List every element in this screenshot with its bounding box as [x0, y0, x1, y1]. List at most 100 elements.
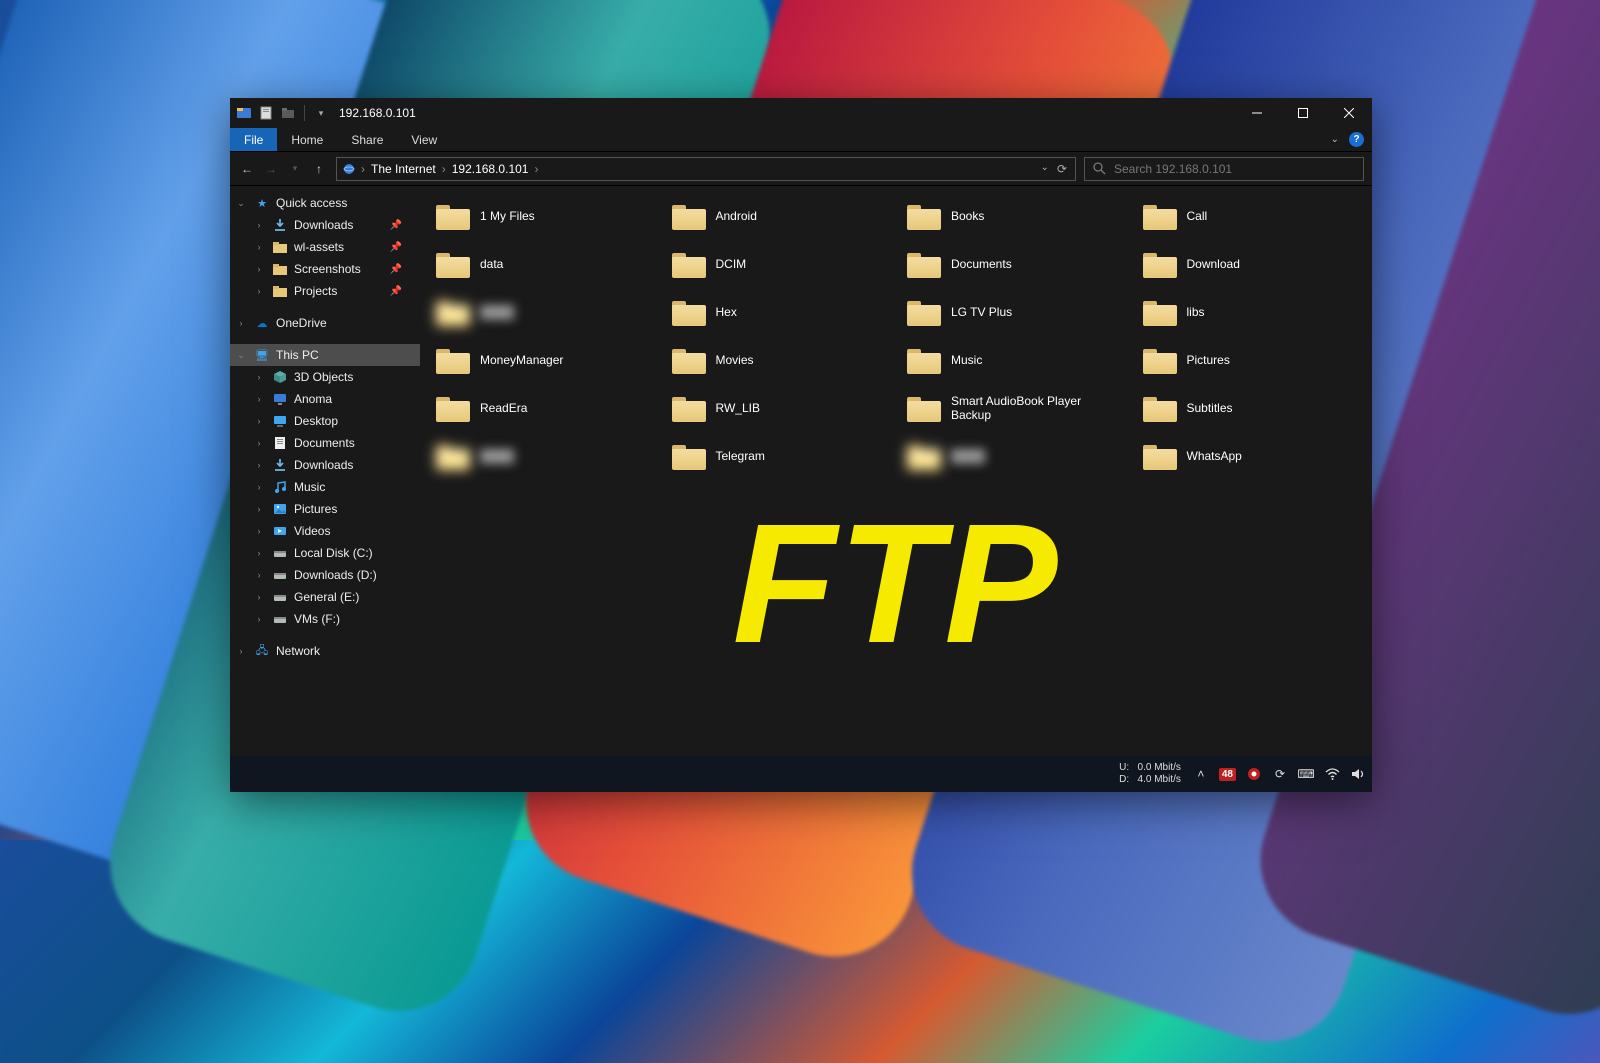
folder-item[interactable]: RW_LIB [668, 388, 896, 428]
sidebar-pc-item[interactable]: ›Desktop [230, 410, 420, 432]
expand-icon[interactable]: ⌄ [236, 198, 246, 209]
recent-dropdown-icon[interactable]: ▾ [286, 163, 304, 174]
help-icon[interactable]: ? [1349, 132, 1364, 147]
folder-item[interactable]: Android [668, 196, 896, 236]
folder-item[interactable]: 1 My Files [432, 196, 660, 236]
navigation-pane[interactable]: ⌄ ★ Quick access ›Downloads📌›wl-assets📌›… [230, 186, 420, 792]
sidebar-pc-item[interactable]: ›Local Disk (C:) [230, 542, 420, 564]
breadcrumb-location[interactable]: 192.168.0.101 [450, 162, 531, 176]
folder-item[interactable]: Download [1139, 244, 1367, 284]
folder-item[interactable]: libs [1139, 292, 1367, 332]
expand-icon[interactable]: › [254, 482, 264, 492]
title-bar[interactable]: ▾ 192.168.0.101 [230, 98, 1372, 128]
folder-item[interactable]: Documents [903, 244, 1131, 284]
sidebar-quick-item[interactable]: ›Projects📌 [230, 280, 420, 302]
folder-item[interactable]: Smart AudioBook Player Backup [903, 388, 1131, 428]
expand-icon[interactable]: › [254, 438, 264, 448]
folder-item[interactable]: MoneyManager [432, 340, 660, 380]
tray-wifi-icon[interactable] [1324, 766, 1340, 782]
folder-item[interactable]: Subtitles [1139, 388, 1367, 428]
sidebar-pc-item[interactable]: › Pictures [230, 498, 420, 520]
qat-dropdown-icon[interactable]: ▾ [313, 105, 329, 121]
expand-icon[interactable]: › [236, 318, 246, 328]
expand-icon[interactable]: › [254, 548, 264, 558]
tray-badge[interactable]: 48 [1219, 768, 1236, 781]
close-button[interactable] [1326, 98, 1372, 128]
tray-overflow-icon[interactable]: ˄ [1193, 766, 1209, 782]
expand-icon[interactable]: › [254, 504, 264, 514]
tab-home[interactable]: Home [277, 128, 337, 151]
expand-icon[interactable]: › [254, 614, 264, 624]
expand-icon[interactable]: › [254, 242, 264, 252]
address-bar[interactable]: › The Internet › 192.168.0.101 › ⌄⟳ [336, 157, 1076, 181]
up-button[interactable]: ↑ [310, 162, 328, 176]
taskbar[interactable]: U: 0.0 Mbit/s D: 4.0 Mbit/s ˄ 48 ⟳ ⌨ [230, 756, 1372, 792]
breadcrumb-root[interactable]: The Internet [369, 162, 438, 176]
sidebar-quick-item[interactable]: ›Screenshots📌 [230, 258, 420, 280]
refresh-icon[interactable]: ⟳ [1057, 162, 1067, 176]
forward-button[interactable]: → [262, 162, 280, 176]
folder-item[interactable]: WhatsApp [1139, 436, 1367, 476]
folder-item[interactable]: Books [903, 196, 1131, 236]
content-pane[interactable]: 1 My FilesAndroidBooksCall dataDCIMDocume… [420, 186, 1372, 792]
expand-icon[interactable]: › [254, 526, 264, 536]
expand-icon[interactable]: › [254, 570, 264, 580]
address-dropdown-icon[interactable]: ⌄ [1041, 162, 1049, 176]
sidebar-pc-item[interactable]: › Music [230, 476, 420, 498]
folder-item[interactable]: DCIM [668, 244, 896, 284]
expand-icon[interactable]: › [254, 416, 264, 426]
maximize-button[interactable] [1280, 98, 1326, 128]
folder-item[interactable]: Movies [668, 340, 896, 380]
tray-sync-icon[interactable]: ⟳ [1272, 766, 1288, 782]
expand-icon[interactable]: › [236, 646, 246, 656]
sidebar-network[interactable]: › 🖧 Network [230, 640, 420, 662]
sidebar-pc-item[interactable]: ›Videos [230, 520, 420, 542]
folder-item[interactable]: data [432, 244, 660, 284]
sidebar-pc-item[interactable]: ›3D Objects [230, 366, 420, 388]
sidebar-quick-access[interactable]: ⌄ ★ Quick access [230, 192, 420, 214]
folder-item[interactable]: Telegram [668, 436, 896, 476]
folder-item[interactable]: Call [1139, 196, 1367, 236]
tab-share[interactable]: Share [337, 128, 397, 151]
folder-item[interactable]: Music [903, 340, 1131, 380]
folder-item[interactable]: ReadEra [432, 388, 660, 428]
sidebar-quick-item[interactable]: ›Downloads📌 [230, 214, 420, 236]
star-icon: ★ [254, 196, 270, 210]
sidebar-pc-item[interactable]: ›VMs (F:) [230, 608, 420, 630]
sidebar-pc-item[interactable]: ›Downloads (D:) [230, 564, 420, 586]
tab-file[interactable]: File [230, 128, 277, 151]
tray-volume-icon[interactable] [1350, 766, 1366, 782]
ribbon-expand-icon[interactable]: ⌄ [1331, 134, 1339, 145]
sidebar-pc-item[interactable]: ›Downloads [230, 454, 420, 476]
sidebar-label: Pictures [294, 502, 337, 516]
search-box[interactable]: Search 192.168.0.101 [1084, 157, 1364, 181]
expand-icon[interactable]: › [254, 592, 264, 602]
folder-item[interactable]: LG TV Plus [903, 292, 1131, 332]
expand-icon[interactable]: › [254, 220, 264, 230]
sidebar-quick-item[interactable]: ›wl-assets📌 [230, 236, 420, 258]
sidebar-pc-item[interactable]: ›General (E:) [230, 586, 420, 608]
sidebar-pc-item[interactable]: ›Documents [230, 432, 420, 454]
sidebar-onedrive[interactable]: › ☁ OneDrive [230, 312, 420, 334]
minimize-button[interactable] [1234, 98, 1280, 128]
folder-item[interactable]: Hex [668, 292, 896, 332]
folder-item[interactable]: ████ [432, 436, 660, 476]
expand-icon[interactable]: › [254, 264, 264, 274]
folder-item[interactable]: ████ [903, 436, 1131, 476]
expand-icon[interactable]: › [254, 372, 264, 382]
tray-app-icon[interactable] [1246, 766, 1262, 782]
sidebar-this-pc[interactable]: ⌄ 🖥 This PC [230, 344, 420, 366]
sidebar-label: Music [294, 480, 325, 494]
qat-newfolder-icon[interactable] [280, 105, 296, 121]
expand-icon[interactable]: › [254, 286, 264, 296]
tray-keyboard-icon[interactable]: ⌨ [1298, 766, 1314, 782]
expand-icon[interactable]: › [254, 394, 264, 404]
back-button[interactable]: ← [238, 162, 256, 176]
expand-icon[interactable]: ⌄ [236, 350, 246, 361]
sidebar-pc-item[interactable]: ›Anoma [230, 388, 420, 410]
folder-item[interactable]: Pictures [1139, 340, 1367, 380]
expand-icon[interactable]: › [254, 460, 264, 470]
tab-view[interactable]: View [397, 128, 451, 151]
folder-item[interactable]: ████ [432, 292, 660, 332]
qat-properties-icon[interactable] [258, 105, 274, 121]
